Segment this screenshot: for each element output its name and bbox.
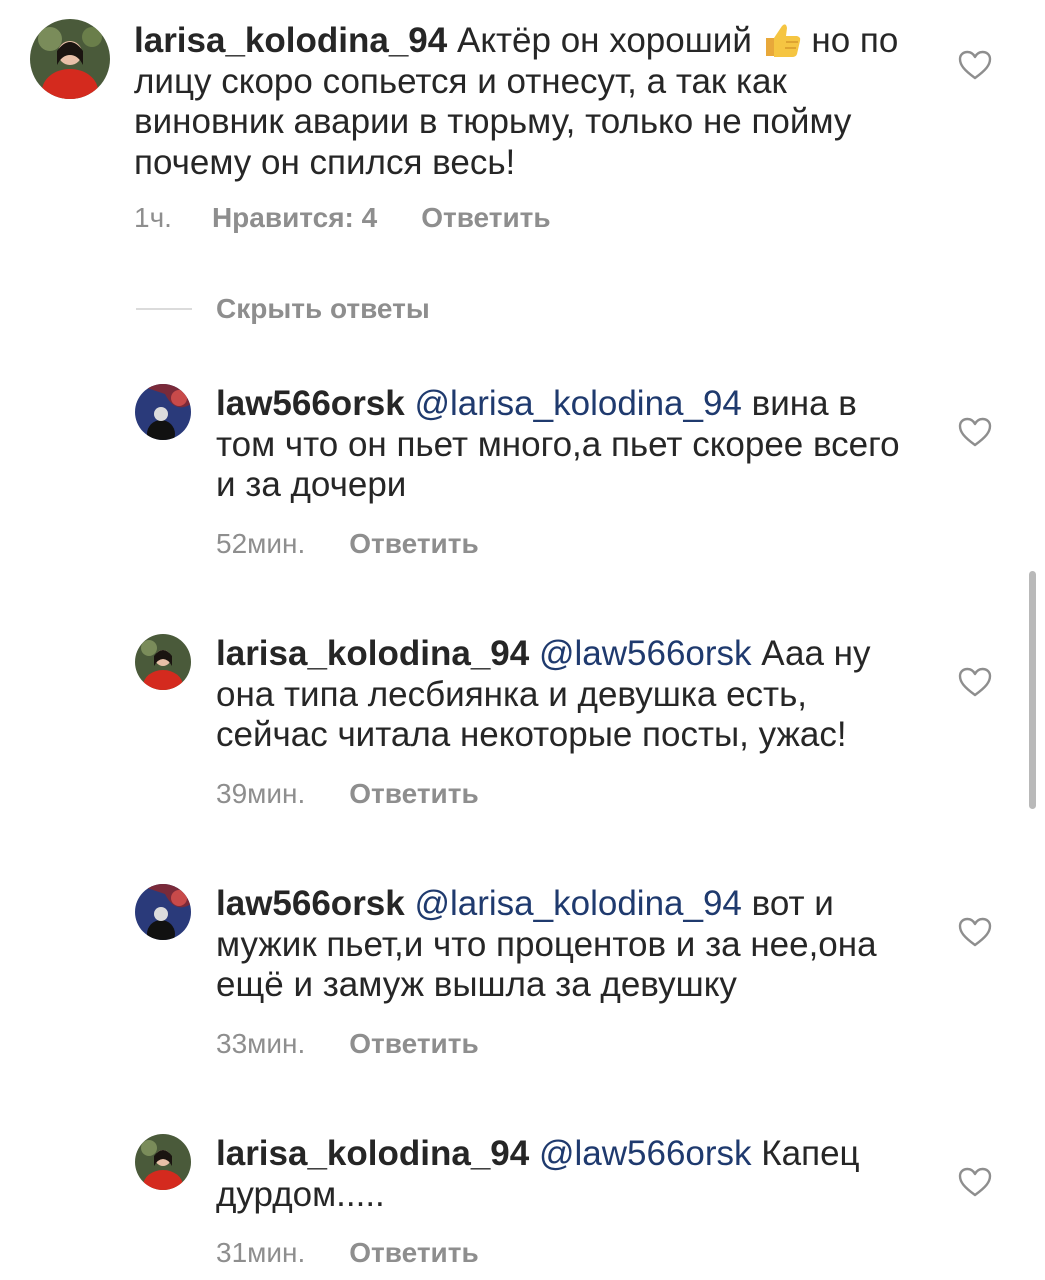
thumbs-up-emoji	[762, 22, 802, 58]
avatar[interactable]	[135, 1134, 191, 1190]
heart-outline-icon[interactable]	[958, 50, 992, 80]
comment-body: Актёр он хороший	[456, 21, 762, 60]
comment-text: law566orsk @larisa_kolodina_94 вот и муж…	[216, 884, 916, 1006]
avatar[interactable]	[30, 19, 110, 99]
timestamp: 39мин.	[216, 778, 306, 809]
comment-text: larisa_kolodina_94 @law566orsk Ааа ну он…	[216, 634, 916, 756]
username[interactable]: larisa_kolodina_94	[216, 1134, 529, 1173]
avatar[interactable]	[135, 884, 191, 940]
username[interactable]: law566orsk	[216, 384, 405, 423]
mention-link[interactable]: @larisa_kolodina_94	[414, 384, 741, 423]
avatar[interactable]	[135, 384, 191, 440]
username[interactable]: larisa_kolodina_94	[134, 21, 447, 60]
heart-outline-icon[interactable]	[958, 1167, 992, 1197]
divider	[136, 308, 192, 310]
heart-outline-icon[interactable]	[958, 917, 992, 947]
mention-link[interactable]: @law566orsk	[539, 634, 752, 673]
hide-replies-button[interactable]: Скрыть ответы	[136, 292, 430, 326]
timestamp: 1ч.	[134, 202, 172, 233]
avatar[interactable]	[135, 634, 191, 690]
scrollbar[interactable]	[1029, 571, 1036, 809]
reply-button[interactable]: Ответить	[349, 778, 478, 810]
mention-link[interactable]: @law566orsk	[539, 1134, 752, 1173]
heart-outline-icon[interactable]	[958, 667, 992, 697]
mention-link[interactable]: @larisa_kolodina_94	[414, 884, 741, 923]
timestamp: 31мин.	[216, 1237, 306, 1268]
comment-text: larisa_kolodina_94 @law566orsk Капец дур…	[216, 1134, 916, 1215]
comment-meta: 52мин. Ответить	[216, 528, 479, 560]
reply-button[interactable]: Ответить	[349, 1237, 478, 1269]
reply-button[interactable]: Ответить	[421, 202, 550, 234]
likes-count[interactable]: Нравится: 4	[212, 202, 377, 234]
reply-button[interactable]: Ответить	[349, 528, 478, 560]
hide-replies-label: Скрыть ответы	[216, 293, 430, 324]
comment-meta: 31мин. Ответить	[216, 1237, 479, 1269]
comment-meta: 1ч. Нравится: 4 Ответить	[134, 202, 551, 234]
comment-text: law566orsk @larisa_kolodina_94 вина в то…	[216, 384, 916, 506]
timestamp: 52мин.	[216, 528, 306, 559]
comment-meta: 39мин. Ответить	[216, 778, 479, 810]
comment-text: larisa_kolodina_94 Актёр он хороший но п…	[134, 21, 924, 183]
timestamp: 33мин.	[216, 1028, 306, 1059]
username[interactable]: law566orsk	[216, 884, 405, 923]
username[interactable]: larisa_kolodina_94	[216, 634, 529, 673]
heart-outline-icon[interactable]	[958, 417, 992, 447]
reply-button[interactable]: Ответить	[349, 1028, 478, 1060]
comment-meta: 33мин. Ответить	[216, 1028, 479, 1060]
